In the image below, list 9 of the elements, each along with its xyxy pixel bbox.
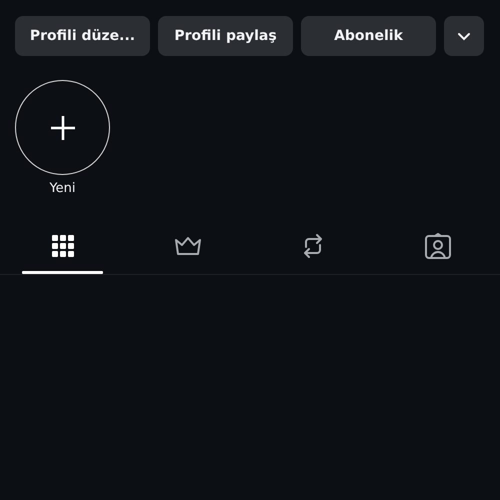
new-highlight-button[interactable]	[15, 80, 110, 175]
profile-action-button[interactable]: Abonelik	[301, 16, 436, 56]
highlight-label: Yeni	[49, 181, 76, 196]
chevron-down-icon	[457, 32, 471, 40]
person-tag-icon	[422, 231, 452, 261]
expand-button[interactable]	[444, 16, 484, 56]
profile-action-button[interactable]: Profili düze...	[15, 16, 150, 56]
plus-icon	[48, 114, 76, 142]
profile-action-button[interactable]: Profili paylaş	[158, 16, 293, 56]
